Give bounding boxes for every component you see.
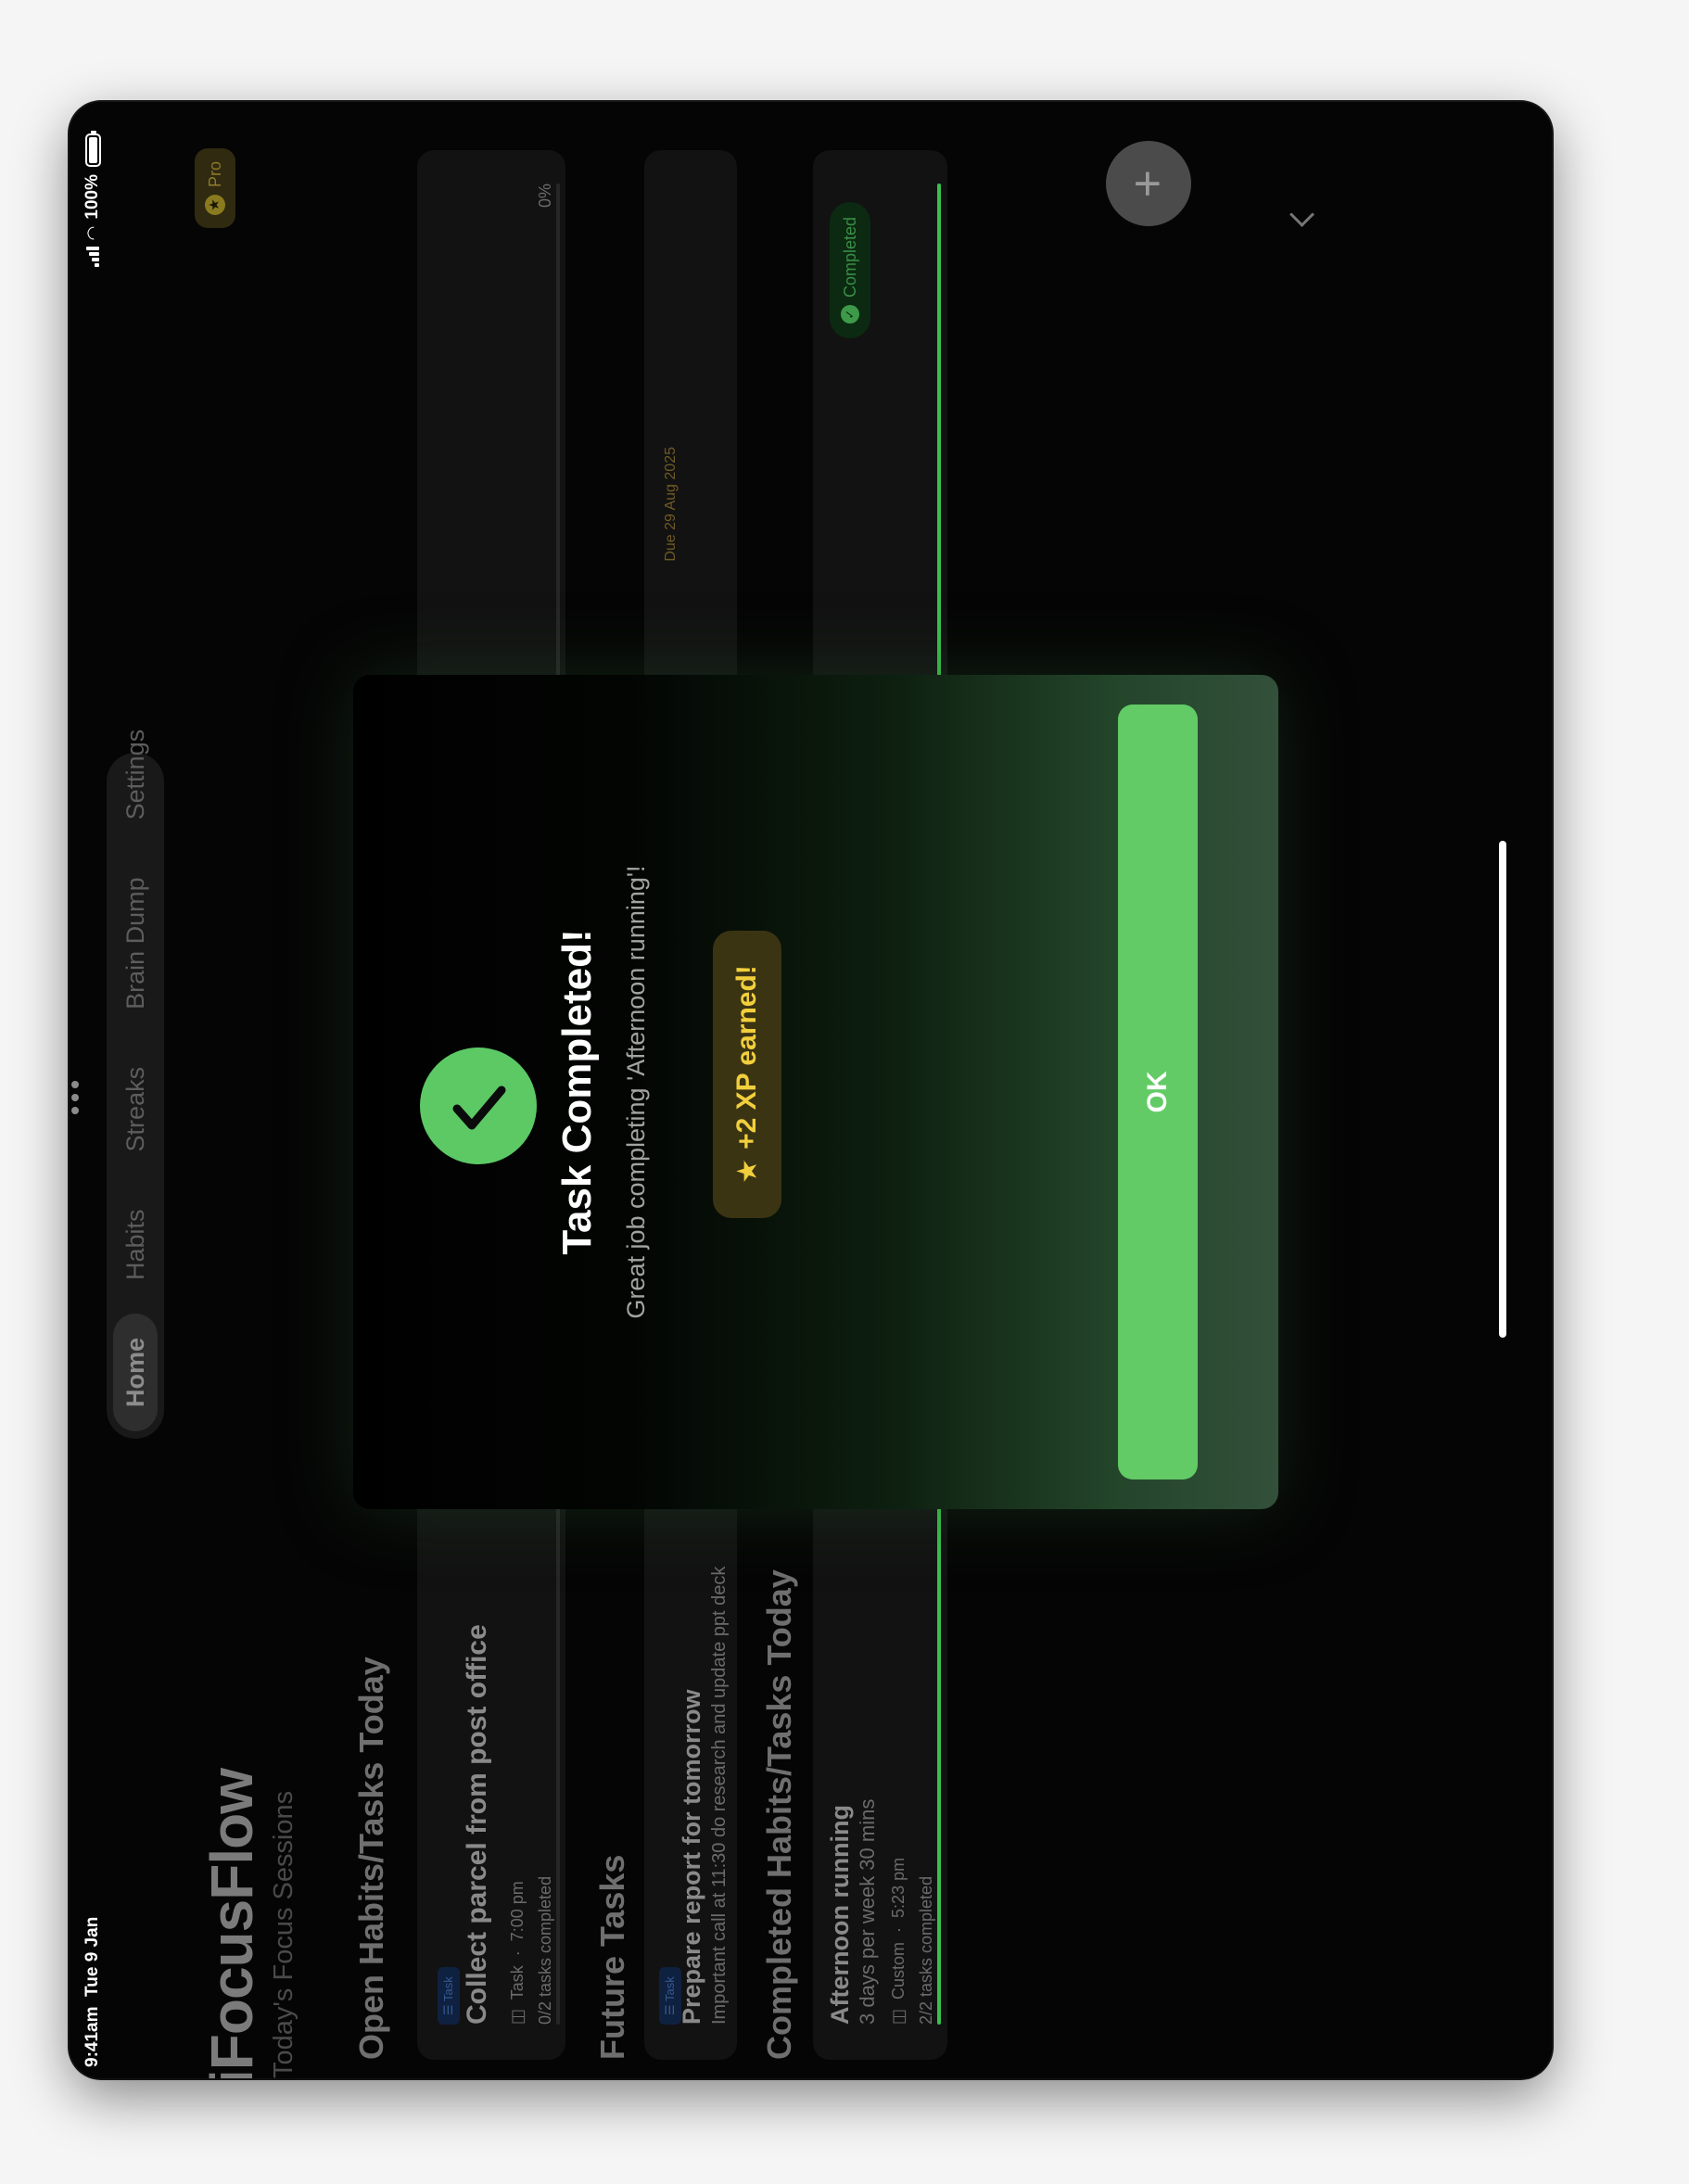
task-completed-dialog: Task Completed! Great job completing 'Af… xyxy=(353,675,1278,1509)
battery-percent: 100% xyxy=(83,174,102,220)
status-date: Tue 9 Jan xyxy=(83,1916,102,1997)
tab-home[interactable]: Home xyxy=(113,1313,158,1431)
future-task-due: Due 29 Aug 2025 xyxy=(663,447,679,562)
xp-earned-badge: ★ +2 XP earned! xyxy=(713,931,781,1218)
completed-status-badge: ✓ Completed xyxy=(830,202,870,339)
section-title-open: Open Habits/Tasks Today xyxy=(352,1657,390,2060)
multitasking-dots-icon[interactable] xyxy=(71,1081,79,1114)
task-type: Task xyxy=(508,1965,527,2000)
star-icon: ★ xyxy=(205,195,225,216)
task-meta: ◫ Task · 7:00 pm xyxy=(508,1881,527,2025)
tab-habits[interactable]: Habits xyxy=(113,1185,158,1304)
completed-task-subtitle: 3 days per week 30 mins xyxy=(856,1798,879,2025)
wifi-icon: ◠ xyxy=(83,226,102,240)
cellular-signal-icon xyxy=(86,247,99,268)
pro-label: Pro xyxy=(205,161,224,188)
check-icon: ✓ xyxy=(841,305,859,324)
app-subtitle: Today's Focus Sessions xyxy=(269,1790,298,2078)
screen: 9:41am Tue 9 Jan ◠ 100% Home Habits Stre… xyxy=(70,102,1552,2078)
ok-button[interactable]: OK xyxy=(1118,705,1198,1479)
section-title-future: Future Tasks xyxy=(593,1854,631,2060)
task-type-icon: ◫ xyxy=(508,2008,527,2025)
chevron-up-icon[interactable] xyxy=(1289,202,1314,227)
task-chip: ☰ Task xyxy=(438,1967,460,2025)
star-icon: ★ xyxy=(731,1158,763,1184)
completed-task-progress-text: 2/2 tasks completed xyxy=(917,1875,935,2025)
future-task-description: Important call at 11:30 do research and … xyxy=(709,1566,730,2025)
completed-task-type: Custom xyxy=(889,1941,908,2000)
completed-task-meta: ◫ Custom · 5:23 pm xyxy=(889,1857,908,2025)
xp-earned-label: +2 XP earned! xyxy=(731,965,762,1149)
dialog-message: Great job completing 'Afternoon running'… xyxy=(622,865,650,1319)
future-task-title: Prepare report for tomorrow xyxy=(678,1689,705,2025)
dialog-title: Task Completed! xyxy=(554,929,600,1255)
task-percent: 0% xyxy=(536,184,554,209)
add-button[interactable]: + xyxy=(1106,141,1191,226)
tab-brain-dump[interactable]: Brain Dump xyxy=(113,853,158,1034)
tab-bar: Home Habits Streaks Brain Dump Settings xyxy=(107,730,164,1439)
device-frame: 9:41am Tue 9 Jan ◠ 100% Home Habits Stre… xyxy=(70,102,1552,2078)
tab-settings[interactable]: Settings xyxy=(113,705,158,844)
home-indicator[interactable] xyxy=(1499,841,1506,1338)
battery-icon xyxy=(84,133,101,167)
custom-type-icon: ◫ xyxy=(889,2008,908,2025)
task-progress-text: 0/2 tasks completed xyxy=(536,1875,554,2025)
status-time: 9:41am xyxy=(83,2006,102,2068)
status-icons: ◠ 100% xyxy=(83,133,103,268)
checkmark-circle-icon xyxy=(420,1048,537,1164)
app-title: iFocusFlow xyxy=(198,1769,265,2078)
task-title: Collect parcel from post office xyxy=(462,1624,492,2025)
section-title-completed: Completed Habits/Tasks Today xyxy=(760,1569,798,2060)
completed-task-title: Afternoon running xyxy=(826,1805,854,2025)
completed-task-time: 5:23 pm xyxy=(889,1857,908,1918)
task-time: 7:00 pm xyxy=(508,1881,527,1942)
status-time-date: 9:41am Tue 9 Jan xyxy=(83,1917,103,2067)
tab-streaks[interactable]: Streaks xyxy=(113,1043,158,1176)
completed-status-label: Completed xyxy=(840,217,859,298)
pro-badge[interactable]: ★ Pro xyxy=(195,148,235,229)
